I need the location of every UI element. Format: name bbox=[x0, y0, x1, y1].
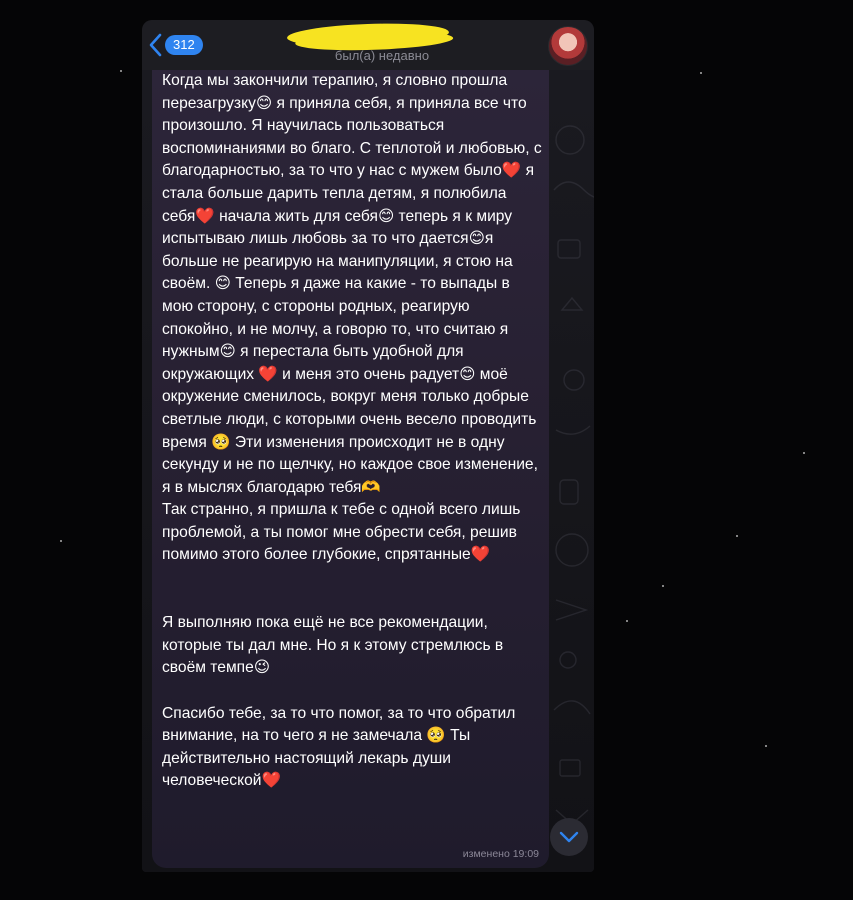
message-time: 19:09 bbox=[512, 848, 539, 860]
unread-count-badge: 312 bbox=[165, 35, 203, 55]
dust-speck bbox=[803, 452, 805, 454]
message-bubble[interactable]: Когда мы закончили терапию, я словно про… bbox=[152, 70, 549, 868]
edited-label: изменено bbox=[462, 848, 510, 860]
dust-speck bbox=[662, 585, 664, 587]
chat-header: 312 был(а) недавно bbox=[142, 20, 594, 70]
back-button[interactable]: 312 bbox=[148, 32, 203, 58]
dust-speck bbox=[120, 70, 122, 72]
dust-speck bbox=[60, 540, 62, 542]
contact-name-redaction bbox=[286, 21, 450, 49]
message-meta: изменено 19:09 bbox=[463, 848, 539, 860]
chevron-left-icon bbox=[149, 33, 162, 57]
last-seen-status: был(а) недавно bbox=[334, 48, 430, 63]
dust-speck bbox=[700, 72, 702, 74]
scroll-down-button[interactable] bbox=[550, 818, 588, 856]
dust-speck bbox=[736, 535, 738, 537]
photo-frame: 312 был(а) недавно Когда мы закончили те… bbox=[0, 0, 853, 900]
chat-screen: 312 был(а) недавно Когда мы закончили те… bbox=[142, 20, 594, 872]
contact-avatar[interactable] bbox=[548, 26, 588, 66]
dust-speck bbox=[765, 745, 767, 747]
dust-speck bbox=[626, 620, 628, 622]
chevron-down-icon bbox=[559, 831, 579, 843]
message-text: Когда мы закончили терапию, я словно про… bbox=[162, 72, 542, 790]
